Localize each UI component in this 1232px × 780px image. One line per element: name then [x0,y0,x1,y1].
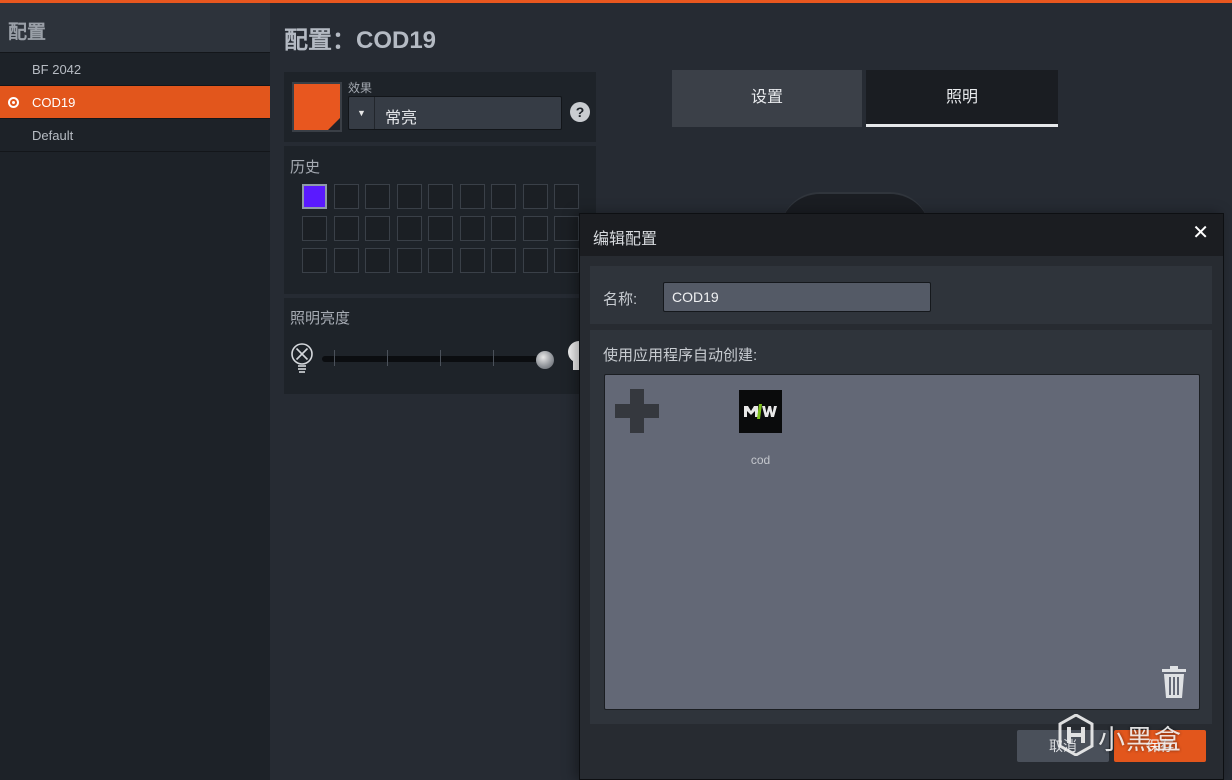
history-swatch[interactable] [459,216,485,241]
history-swatch[interactable] [333,184,359,209]
effect-value: 常亮 [385,110,418,127]
dialog-title: 编辑配置 [593,231,658,248]
auto-create-section: 使用应用程序自动创建: cod [590,330,1212,724]
name-label: 名称: [603,291,638,308]
profile-sidebar: 配置 BF 2042 COD19 Default [0,3,270,780]
brightness-slider[interactable] [322,356,544,362]
selected-radio-icon [8,97,19,108]
slider-tick [493,350,494,366]
history-swatch[interactable] [396,248,422,273]
profile-item-default[interactable]: Default [0,119,270,152]
name-row: 名称: [590,266,1212,324]
history-swatch[interactable] [302,216,327,241]
effect-dropdown[interactable]: ▼ 常亮 [348,96,562,130]
history-swatch[interactable] [554,184,579,209]
mw-logo-icon[interactable] [739,390,782,433]
history-swatch[interactable] [302,248,327,273]
dropdown-arrow-icon: ▼ [349,97,375,129]
bulb-off-icon [291,343,313,373]
profile-name-input[interactable] [663,282,931,312]
app-list: cod [604,374,1200,710]
brightness-slider-handle[interactable] [536,351,554,369]
history-swatch[interactable] [522,184,548,209]
dialog-header: 编辑配置 ✕ [580,214,1223,256]
profile-label: COD19 [32,95,76,110]
history-swatch[interactable] [491,184,516,209]
history-swatch[interactable] [554,248,579,273]
sidebar-title: 配置 [0,3,270,53]
effect-label: 效果 [348,81,373,95]
history-swatch[interactable] [302,184,327,209]
history-swatch[interactable] [365,184,390,209]
history-swatch[interactable] [491,248,516,273]
brightness-panel: 照明亮度 [284,298,596,394]
slider-tick [334,350,335,366]
brightness-label: 照明亮度 [290,310,351,327]
history-grid [302,184,579,273]
history-swatch[interactable] [522,216,548,241]
watermark: 小黑盒 [1058,712,1218,762]
history-swatch[interactable] [428,248,453,273]
profile-label: BF 2042 [32,62,82,77]
slider-tick [387,350,388,366]
history-swatch[interactable] [365,248,390,273]
history-swatch[interactable] [554,216,579,241]
slider-tick [440,350,441,366]
history-panel: 历史 [284,146,596,294]
profile-item-cod19[interactable]: COD19 [0,86,270,119]
watermark-text: 小黑盒 [1098,725,1182,755]
page-title: 配置：COD19 [284,27,437,54]
history-swatch[interactable] [428,216,453,241]
profile-item-bf2042[interactable]: BF 2042 [0,53,270,86]
tab-settings[interactable]: 设置 [672,70,862,127]
auto-create-label: 使用应用程序自动创建: [603,347,758,364]
history-swatch[interactable] [333,248,359,273]
color-swatch[interactable] [292,82,342,132]
add-app-icon[interactable] [615,389,659,433]
history-swatch[interactable] [365,216,390,241]
tab-lighting[interactable]: 照明 [866,70,1058,127]
help-icon[interactable]: ? [570,102,590,122]
close-icon[interactable]: ✕ [1192,220,1209,245]
history-label: 历史 [290,159,321,176]
effect-panel: 效果 ▼ 常亮 ? [284,72,596,142]
history-swatch[interactable] [396,216,422,241]
heybox-logo-icon [1058,714,1094,756]
history-swatch[interactable] [396,184,422,209]
history-swatch[interactable] [459,248,485,273]
history-swatch[interactable] [428,184,453,209]
profile-label: Default [32,128,74,143]
history-swatch[interactable] [491,216,516,241]
history-swatch[interactable] [333,216,359,241]
history-swatch[interactable] [522,248,548,273]
history-swatch[interactable] [459,184,485,209]
app-name: cod [750,453,771,467]
edit-profile-dialog: 编辑配置 ✕ 名称: 使用应用程序自动创建: cod [579,213,1224,780]
trash-icon[interactable] [1161,665,1187,699]
